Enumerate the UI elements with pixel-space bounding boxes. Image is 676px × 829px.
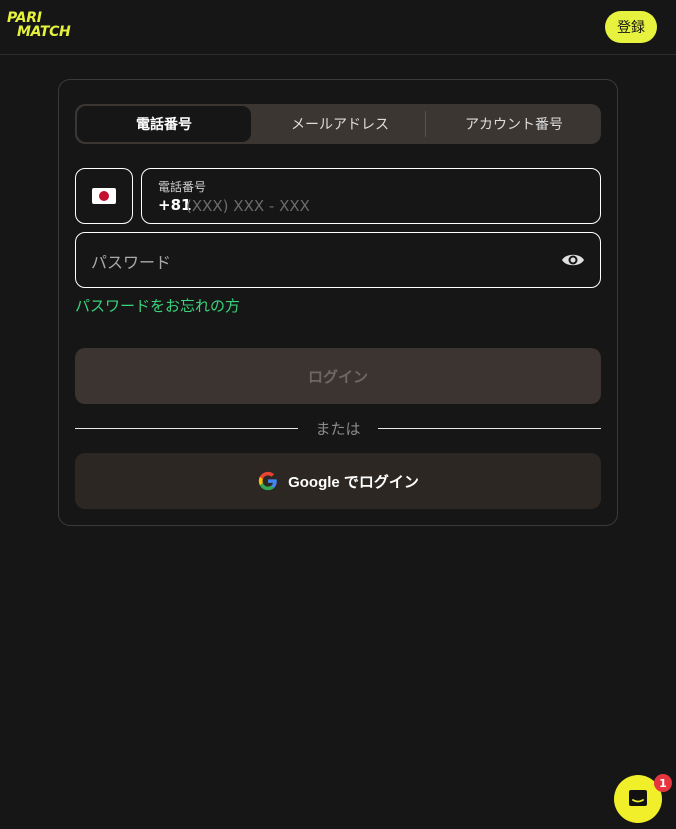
tab-email[interactable]: メールアドレス [253, 104, 427, 144]
login-method-tabs: 電話番号 メールアドレス アカウント番号 [75, 104, 601, 144]
header: PARI MATCH 登録 [0, 0, 676, 55]
tab-account-number[interactable]: アカウント番号 [427, 104, 601, 144]
parimatch-logo[interactable]: PARI MATCH [7, 10, 71, 40]
divider-line-right [378, 428, 601, 429]
password-placeholder: パスワード [91, 253, 172, 272]
phone-placeholder: (XXX) XXX - XXX [186, 197, 310, 215]
tab-separator [425, 111, 426, 137]
password-field[interactable]: パスワード [75, 232, 601, 288]
google-login-label: Google でログイン [288, 473, 419, 491]
divider-line-left [75, 428, 298, 429]
country-selector[interactable] [75, 168, 133, 224]
logo-line-1: PARI [7, 10, 42, 26]
logo-line-2: MATCH [17, 24, 71, 40]
tab-phone[interactable]: 電話番号 [77, 106, 251, 142]
eye-icon[interactable] [561, 250, 585, 270]
forgot-password-link[interactable]: パスワードをお忘れの方 [75, 295, 240, 316]
divider-text: または [315, 420, 361, 438]
japan-flag-icon [92, 188, 116, 204]
phone-field-label: 電話番号 [158, 180, 207, 194]
login-button[interactable]: ログイン [75, 348, 601, 404]
phone-field[interactable]: 電話番号 +81 (XXX) XXX - XXX [141, 168, 601, 224]
chat-icon [629, 790, 647, 806]
google-login-button[interactable]: Google でログイン [75, 453, 601, 509]
register-button[interactable]: 登録 [605, 11, 657, 43]
chat-badge: 1 [654, 774, 672, 792]
google-icon [258, 471, 277, 491]
